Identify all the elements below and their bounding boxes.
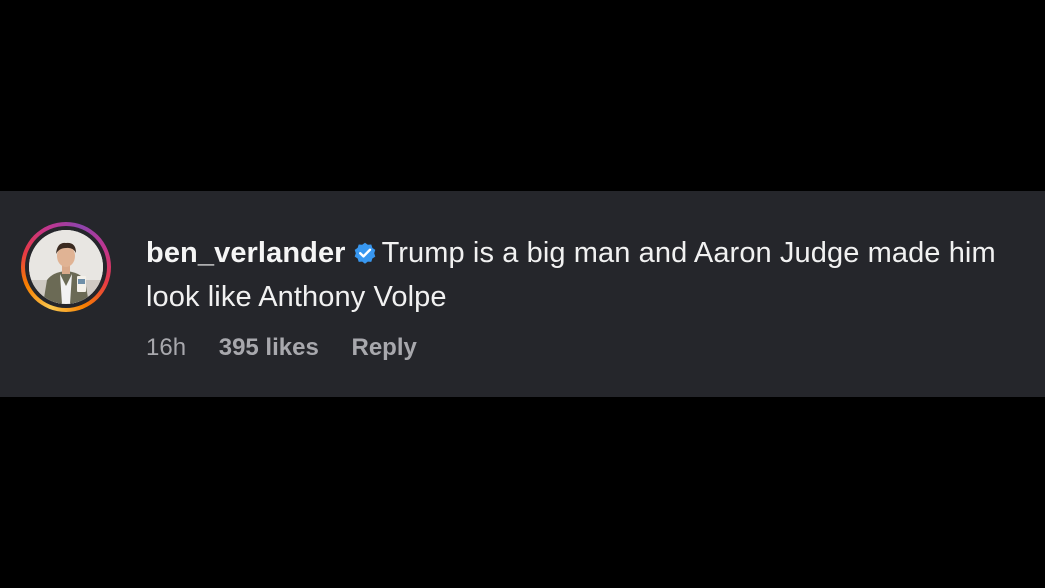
likes-count[interactable]: 395 likes — [219, 334, 319, 361]
verified-badge-icon — [354, 242, 375, 264]
timestamp[interactable]: 16h — [146, 334, 186, 361]
story-ring[interactable] — [21, 222, 111, 312]
profile-photo-icon — [29, 230, 103, 304]
reply-button[interactable]: Reply — [351, 334, 416, 361]
avatar[interactable] — [29, 230, 103, 304]
page: ben_verlander Trump is a big man and Aar… — [0, 0, 1045, 588]
comment-meta: 16h 395 likes Reply — [146, 334, 443, 362]
comment-body: ben_verlander Trump is a big man and Aar… — [146, 231, 1026, 319]
username-link[interactable]: ben_verlander — [146, 237, 346, 269]
comment-card: ben_verlander Trump is a big man and Aar… — [0, 191, 1045, 397]
